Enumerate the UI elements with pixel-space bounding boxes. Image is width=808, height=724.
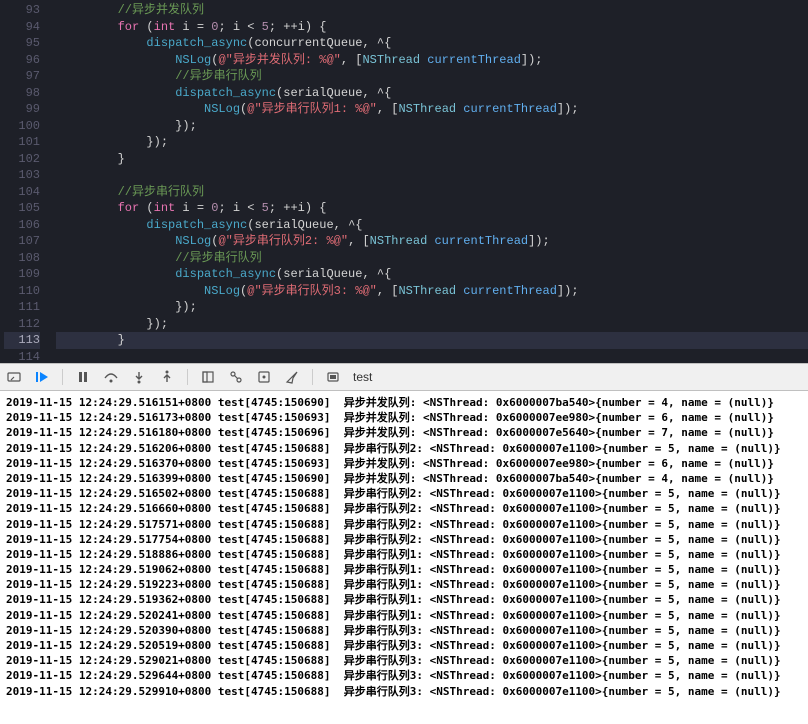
- line-number: 109: [4, 266, 40, 283]
- console-line: 2019-11-15 12:24:29.516206+0800 test[474…: [6, 441, 802, 456]
- code-line[interactable]: NSLog(@"异步并发队列: %@", [NSThread currentTh…: [56, 52, 808, 69]
- code-line[interactable]: //异步串行队列: [56, 250, 808, 267]
- code-line[interactable]: //异步串行队列: [56, 68, 808, 85]
- line-number: 100: [4, 118, 40, 135]
- console-line: 2019-11-15 12:24:29.516370+0800 test[474…: [6, 456, 802, 471]
- code-line[interactable]: NSLog(@"异步串行队列1: %@", [NSThread currentT…: [56, 101, 808, 118]
- console-line: 2019-11-15 12:24:29.516399+0800 test[474…: [6, 471, 802, 486]
- line-number: 107: [4, 233, 40, 250]
- step-out-icon[interactable]: [159, 369, 175, 385]
- line-number: 114: [4, 349, 40, 364]
- debug-console[interactable]: 2019-11-15 12:24:29.516151+0800 test[474…: [0, 391, 808, 724]
- line-number: 96: [4, 52, 40, 69]
- console-line: 2019-11-15 12:24:29.519362+0800 test[474…: [6, 592, 802, 607]
- line-number: 93: [4, 2, 40, 19]
- line-number: 110: [4, 283, 40, 300]
- memory-graph-icon[interactable]: [256, 369, 272, 385]
- console-line: 2019-11-15 12:24:29.516502+0800 test[474…: [6, 486, 802, 501]
- line-number: 98: [4, 85, 40, 102]
- console-line: 2019-11-15 12:24:29.516173+0800 test[474…: [6, 410, 802, 425]
- code-line[interactable]: dispatch_async(serialQueue, ^{: [56, 85, 808, 102]
- line-number: 104: [4, 184, 40, 201]
- line-number-gutter: 9394959697989910010110210310410510610710…: [0, 0, 48, 363]
- step-over-icon[interactable]: [103, 369, 119, 385]
- code-line[interactable]: });: [56, 118, 808, 135]
- console-line: 2019-11-15 12:24:29.520241+0800 test[474…: [6, 608, 802, 623]
- breakpoints-icon[interactable]: [228, 369, 244, 385]
- console-line: 2019-11-15 12:24:29.529021+0800 test[474…: [6, 653, 802, 668]
- location-icon[interactable]: [284, 369, 300, 385]
- line-number: 103: [4, 167, 40, 184]
- toolbar-separator: [187, 369, 188, 385]
- console-line: 2019-11-15 12:24:29.520519+0800 test[474…: [6, 638, 802, 653]
- code-line[interactable]: }: [56, 332, 808, 349]
- line-number: 106: [4, 217, 40, 234]
- console-line: 2019-11-15 12:24:29.529644+0800 test[474…: [6, 668, 802, 683]
- code-line[interactable]: for (int i = 0; i < 5; ++i) {: [56, 200, 808, 217]
- code-line[interactable]: });: [56, 316, 808, 333]
- line-number: 95: [4, 35, 40, 52]
- line-number: 102: [4, 151, 40, 168]
- step-into-icon[interactable]: [131, 369, 147, 385]
- code-line[interactable]: NSLog(@"异步串行队列2: %@", [NSThread currentT…: [56, 233, 808, 250]
- code-line[interactable]: });: [56, 134, 808, 151]
- console-line: 2019-11-15 12:24:29.518886+0800 test[474…: [6, 547, 802, 562]
- line-number: 99: [4, 101, 40, 118]
- console-line: 2019-11-15 12:24:29.519223+0800 test[474…: [6, 577, 802, 592]
- toolbar-separator: [312, 369, 313, 385]
- console-line: 2019-11-15 12:24:29.517571+0800 test[474…: [6, 517, 802, 532]
- line-number: 111: [4, 299, 40, 316]
- code-line[interactable]: [56, 167, 808, 184]
- debug-toolbar: test: [0, 363, 808, 391]
- code-area[interactable]: //异步并发队列 for (int i = 0; i < 5; ++i) { d…: [56, 0, 808, 363]
- line-number: 105: [4, 200, 40, 217]
- code-editor[interactable]: 9394959697989910010110210310410510610710…: [0, 0, 808, 363]
- console-line: 2019-11-15 12:24:29.517754+0800 test[474…: [6, 532, 802, 547]
- code-line[interactable]: [56, 349, 808, 364]
- target-label[interactable]: test: [353, 370, 372, 384]
- console-line: 2019-11-15 12:24:29.529910+0800 test[474…: [6, 684, 802, 699]
- code-line[interactable]: //异步串行队列: [56, 184, 808, 201]
- code-line[interactable]: NSLog(@"异步串行队列3: %@", [NSThread currentT…: [56, 283, 808, 300]
- code-line[interactable]: }: [56, 151, 808, 168]
- line-number: 113: [4, 332, 40, 349]
- code-line[interactable]: for (int i = 0; i < 5; ++i) {: [56, 19, 808, 36]
- code-line[interactable]: dispatch_async(concurrentQueue, ^{: [56, 35, 808, 52]
- target-icon[interactable]: [325, 369, 341, 385]
- line-number: 101: [4, 134, 40, 151]
- pause-icon[interactable]: [75, 369, 91, 385]
- console-line: 2019-11-15 12:24:29.516151+0800 test[474…: [6, 395, 802, 410]
- toggle-debug-icon[interactable]: [6, 369, 22, 385]
- line-number: 108: [4, 250, 40, 267]
- debug-view-icon[interactable]: [200, 369, 216, 385]
- console-line: 2019-11-15 12:24:29.519062+0800 test[474…: [6, 562, 802, 577]
- toolbar-separator: [62, 369, 63, 385]
- line-number: 94: [4, 19, 40, 36]
- code-line[interactable]: dispatch_async(serialQueue, ^{: [56, 266, 808, 283]
- code-line[interactable]: dispatch_async(serialQueue, ^{: [56, 217, 808, 234]
- code-line[interactable]: });: [56, 299, 808, 316]
- console-line: 2019-11-15 12:24:29.520390+0800 test[474…: [6, 623, 802, 638]
- code-line[interactable]: //异步并发队列: [56, 2, 808, 19]
- continue-icon[interactable]: [34, 369, 50, 385]
- console-line: 2019-11-15 12:24:29.516180+0800 test[474…: [6, 425, 802, 440]
- console-line: 2019-11-15 12:24:29.516660+0800 test[474…: [6, 501, 802, 516]
- fold-ribbon: [48, 0, 56, 363]
- line-number: 97: [4, 68, 40, 85]
- line-number: 112: [4, 316, 40, 333]
